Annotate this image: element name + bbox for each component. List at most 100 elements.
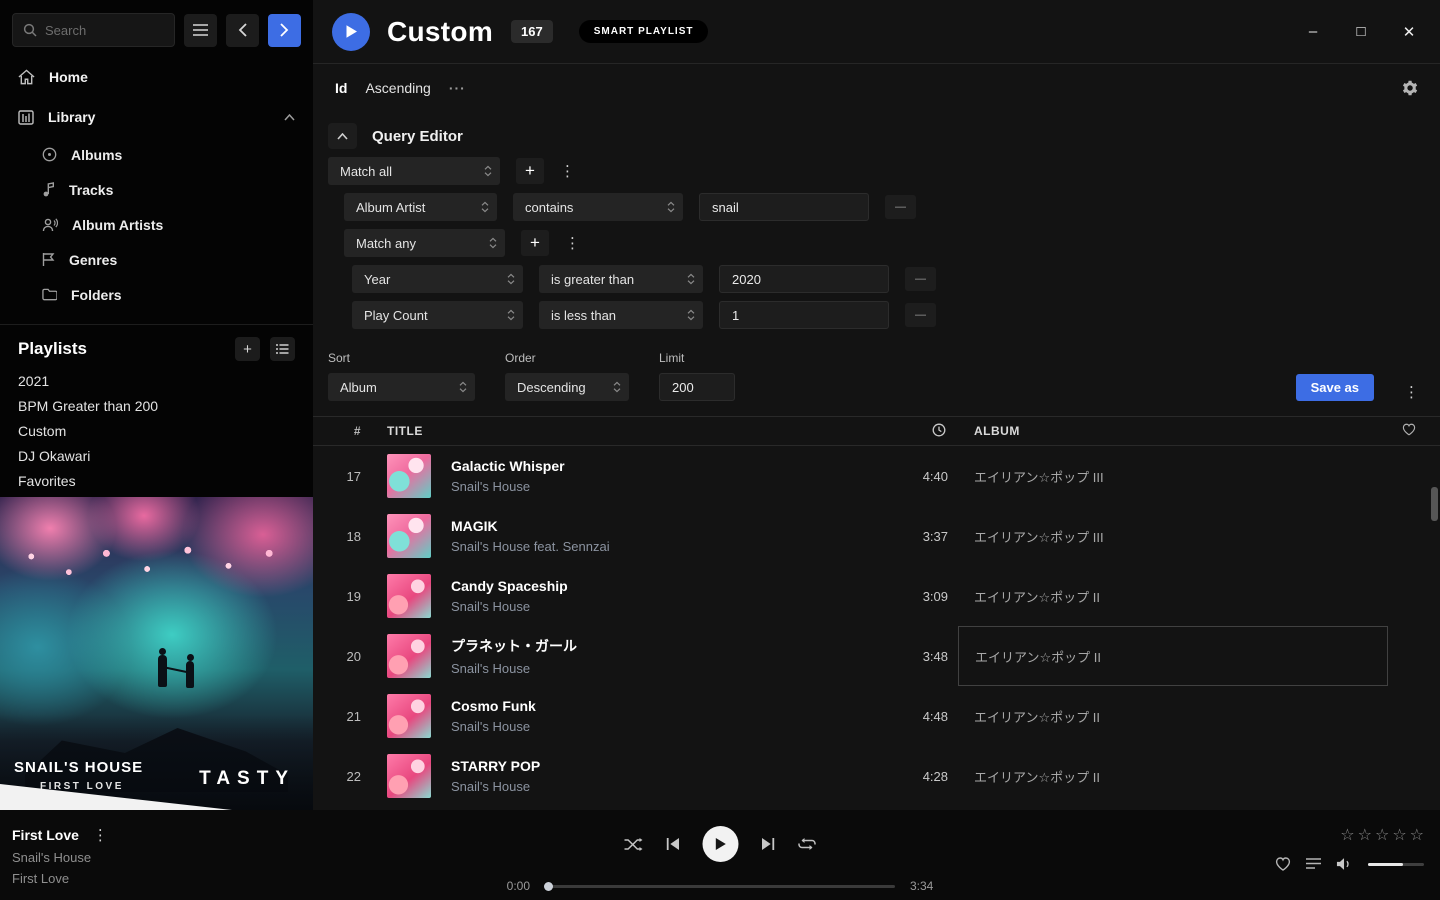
artwork-artist-text: SNAIL'S HOUSE — [14, 759, 143, 776]
play-pause-button[interactable] — [703, 826, 739, 862]
minimize-button[interactable]: – — [1304, 23, 1322, 40]
track-row[interactable]: 19 Candy Spaceship Snail's House 3:09 エイ… — [313, 566, 1440, 626]
queue-icon[interactable] — [1306, 858, 1321, 870]
match-mode-select[interactable]: Match any — [344, 229, 505, 257]
remove-rule-button[interactable]: — — [905, 303, 936, 327]
now-playing-album[interactable]: First Love — [12, 871, 107, 886]
remove-rule-button[interactable]: — — [905, 267, 936, 291]
match-mode-select[interactable]: Match all — [328, 157, 500, 185]
track-row[interactable]: 18 MAGIK Snail's House feat. Sennzai 3:3… — [313, 506, 1440, 566]
track-row[interactable]: 20 プラネット・ガール Snail's House 3:48 エイリアン☆ポッ… — [313, 626, 1440, 686]
star-icon[interactable]: ☆ — [1392, 825, 1407, 845]
star-icon[interactable]: ☆ — [1375, 825, 1390, 845]
total-time: 3:34 — [910, 879, 940, 893]
seek-slider[interactable] — [545, 885, 895, 888]
column-album[interactable]: ALBUM — [958, 424, 1388, 438]
favorite-heart-icon[interactable] — [1275, 857, 1291, 871]
star-icon[interactable]: ☆ — [1358, 825, 1373, 845]
previous-track-button[interactable] — [666, 837, 681, 851]
seek-knob[interactable] — [544, 882, 553, 891]
track-album-focused[interactable]: エイリアン☆ポップ II — [958, 626, 1388, 686]
rule-value-input[interactable] — [699, 193, 869, 221]
query-rule-row: Album Artist contains — — [313, 193, 1440, 221]
now-playing-artwork[interactable]: SNAIL'S HOUSE FIRST LOVE TASTY — [0, 497, 313, 810]
now-playing-menu-button[interactable]: ⋮ — [93, 826, 107, 844]
sidebar-item-tracks[interactable]: Tracks — [0, 172, 313, 207]
back-button[interactable] — [226, 14, 259, 47]
volume-slider[interactable] — [1368, 863, 1424, 866]
shuffle-button[interactable] — [624, 837, 644, 852]
sidebar-item-folders[interactable]: Folders — [0, 277, 313, 312]
settings-button[interactable] — [1400, 79, 1418, 97]
playlist-item[interactable]: Custom — [0, 419, 313, 444]
menu-button[interactable] — [184, 14, 217, 47]
rule-value-input[interactable] — [719, 301, 889, 329]
query-limit-input[interactable] — [659, 373, 735, 401]
track-row[interactable]: 17 Galactic Whisper Snail's House 4:40 エ… — [313, 446, 1440, 506]
track-row[interactable]: 22 STARRY POP Snail's House 4:28 エイリアン☆ポ… — [313, 746, 1440, 806]
rule-field-select[interactable]: Year — [352, 265, 523, 293]
play-playlist-button[interactable] — [332, 13, 370, 51]
remove-rule-button[interactable]: — — [885, 195, 916, 219]
scrollbar-thumb[interactable] — [1431, 487, 1438, 521]
chevron-up-icon[interactable] — [284, 114, 295, 121]
repeat-button[interactable] — [798, 836, 817, 852]
rule-operator-select[interactable]: contains — [513, 193, 683, 221]
volume-icon[interactable] — [1336, 857, 1353, 871]
save-as-button[interactable]: Save as — [1296, 374, 1374, 401]
collapse-query-editor-button[interactable] — [328, 123, 357, 149]
sidebar-item-genres[interactable]: Genres — [0, 242, 313, 277]
query-order-select[interactable]: Descending — [505, 373, 629, 401]
playlist-item[interactable]: DJ Okawari — [0, 444, 313, 469]
sidebar-item-library[interactable]: Library — [0, 97, 313, 137]
query-sort-select[interactable]: Album — [328, 373, 475, 401]
rule-value-input[interactable] — [719, 265, 889, 293]
add-rule-button[interactable]: + — [521, 230, 549, 256]
rule-operator-select[interactable]: is less than — [539, 301, 703, 329]
sidebar-item-label: Albums — [71, 147, 122, 163]
maximize-button[interactable]: □ — [1352, 23, 1370, 40]
search-input[interactable] — [45, 23, 155, 38]
playlist-item[interactable]: Favorites — [0, 469, 313, 494]
more-options-button[interactable]: ··· — [449, 80, 466, 96]
now-playing-title[interactable]: First Love — [12, 827, 79, 843]
playlist-item[interactable]: BPM Greater than 200 — [0, 394, 313, 419]
rule-field-select[interactable]: Album Artist — [344, 193, 497, 221]
select-value: Play Count — [364, 308, 428, 323]
rule-field-select[interactable]: Play Count — [352, 301, 523, 329]
forward-button[interactable] — [268, 14, 301, 47]
group-menu-button[interactable]: ⋮ — [565, 234, 579, 252]
column-index[interactable]: # — [313, 424, 369, 438]
track-title: Galactic Whisper — [451, 458, 868, 474]
playlists-header: Playlists + — [0, 331, 313, 369]
track-artwork-thumbnail — [387, 514, 431, 558]
track-title: STARRY POP — [451, 758, 868, 774]
add-playlist-button[interactable]: + — [235, 337, 260, 361]
track-title: MAGIK — [451, 518, 868, 534]
track-row[interactable]: 21 Cosmo Funk Snail's House 4:48 エイリアン☆ポ… — [313, 686, 1440, 746]
sidebar-item-albums[interactable]: Albums — [0, 137, 313, 172]
playlist-list-button[interactable] — [270, 337, 295, 361]
now-playing-artist[interactable]: Snail's House — [12, 850, 107, 865]
sidebar-item-album-artists[interactable]: Album Artists — [0, 207, 313, 242]
sidebar-item-home[interactable]: Home — [0, 57, 313, 97]
search-box[interactable] — [12, 13, 175, 47]
playlist-item[interactable]: 2021 — [0, 369, 313, 394]
star-icon[interactable]: ☆ — [1340, 825, 1355, 845]
sort-direction-button[interactable]: Ascending — [365, 80, 430, 96]
sidebar-item-label: Home — [49, 69, 88, 85]
track-list-scrollbar[interactable] — [1431, 460, 1438, 808]
rating-stars: ☆ ☆ ☆ ☆ ☆ — [1340, 825, 1425, 845]
close-button[interactable]: ✕ — [1400, 23, 1418, 41]
add-rule-button[interactable]: + — [516, 158, 544, 184]
track-number: 20 — [313, 649, 369, 664]
duration-column-clock-icon[interactable] — [868, 423, 958, 440]
rule-operator-select[interactable]: is greater than — [539, 265, 703, 293]
favorite-column-heart-icon[interactable] — [1388, 423, 1440, 439]
star-icon[interactable]: ☆ — [1410, 825, 1425, 845]
query-menu-button[interactable]: ⋮ — [1404, 383, 1418, 401]
sort-field-button[interactable]: Id — [335, 80, 347, 96]
column-title[interactable]: TITLE — [369, 424, 868, 438]
group-menu-button[interactable]: ⋮ — [560, 162, 574, 180]
next-track-button[interactable] — [761, 837, 776, 851]
